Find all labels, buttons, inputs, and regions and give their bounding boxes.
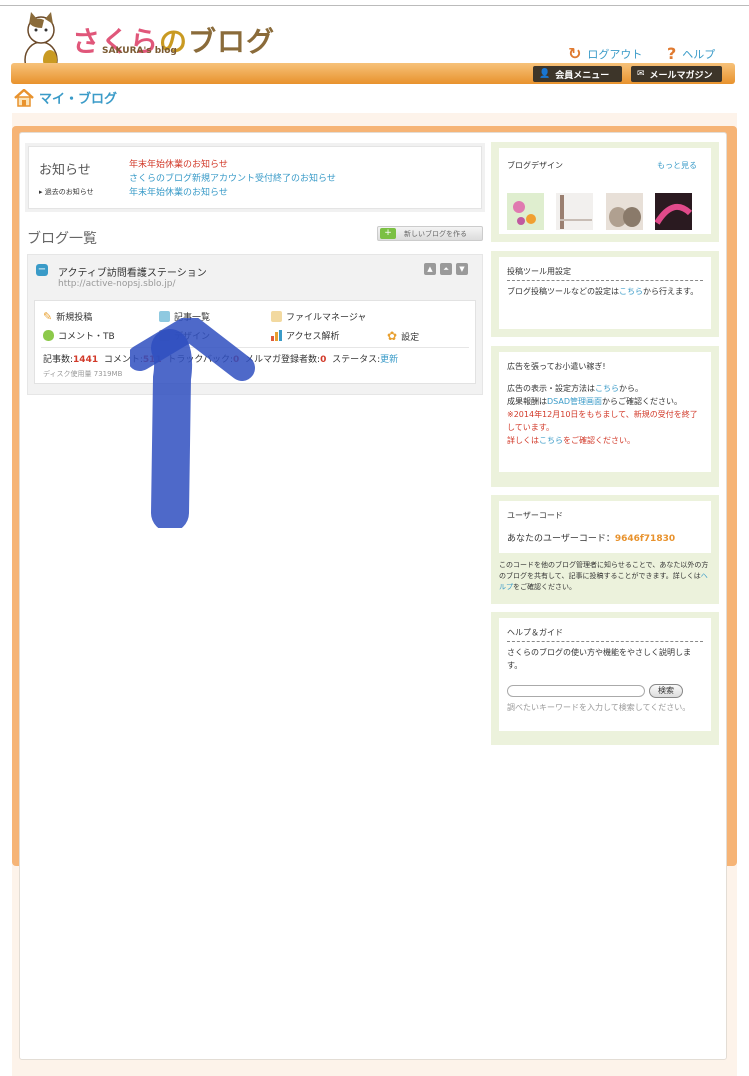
status-update-link[interactable]: 更新: [380, 355, 398, 365]
blog-design-box: ブログデザイン もっと見る: [491, 142, 719, 242]
past-news-link[interactable]: ▸ 過去のお知らせ: [39, 187, 94, 197]
move-down-icon[interactable]: ▼: [456, 263, 468, 275]
blog-design-title: ブログデザイン: [507, 161, 563, 170]
help-label: ヘルプ: [682, 47, 716, 61]
home-icon: [14, 88, 34, 107]
breadcrumb[interactable]: マイ・ブログ: [13, 88, 117, 107]
site-logo-subtitle: SAKURA's blog: [102, 46, 177, 56]
user-code-value: 9646f71830: [614, 534, 676, 544]
help-search-hint: 調べたいキーワードを入力して検索してください。: [507, 703, 691, 712]
blog-url[interactable]: http://active-nopsj.sblo.jp/: [58, 279, 176, 289]
tool-settings-text: ブログ投稿ツールなどの設定はこちらから行えます。: [507, 287, 699, 296]
design-thumbnail[interactable]: [507, 193, 544, 230]
design-thumbnail[interactable]: [654, 193, 693, 230]
page-title: マイ・ブログ: [39, 92, 118, 107]
user-code-line: あなたのユーザーコード：9646f71830: [507, 534, 676, 544]
person-icon: 👤: [539, 69, 551, 79]
past-news-label: 過去のお知らせ: [44, 188, 94, 196]
speech-bubble-icon: [43, 330, 54, 341]
new-post-link[interactable]: ✎ 新規投稿: [43, 310, 92, 323]
file-manager-link[interactable]: ファイルマネージャ: [271, 310, 366, 323]
move-top-icon[interactable]: ⏶: [440, 263, 452, 275]
cats-photo-icon: [609, 207, 641, 227]
user-code-title: ユーザーコード: [507, 511, 563, 520]
ads-howto-link[interactable]: こちら: [595, 384, 619, 393]
header-orange-bar: [11, 63, 735, 84]
top-divider: [0, 5, 749, 6]
ads-text: 広告の表示・設定方法はこちらから。 成果報酬はDSAD管理画面からご確認ください…: [507, 384, 698, 445]
move-up-icon[interactable]: ▲: [424, 263, 436, 275]
help-guide-box: ヘルプ＆ガイド さくらのブログの使い方や機能をやさしく説明します。 検索 調べた…: [491, 612, 719, 745]
member-menu-button[interactable]: 👤 会員メニュー: [533, 66, 622, 82]
member-menu-label: 会員メニュー: [555, 70, 610, 81]
settings-link[interactable]: ✿ 設定: [387, 329, 419, 343]
new-blog-button[interactable]: + 新しいブログを作る: [377, 226, 483, 241]
comment-tb-link[interactable]: コメント・TB: [43, 329, 115, 342]
gear-icon: ✿: [387, 329, 398, 343]
news-item[interactable]: 年末年始休業のお知らせ: [129, 185, 228, 198]
user-code-box: ユーザーコード あなたのユーザーコード：9646f71830 このコードを他のブ…: [491, 495, 719, 604]
news-panel: お知らせ ▸ 過去のお知らせ 年末年始休業のお知らせ さくらのブログ新規アカウン…: [28, 146, 482, 209]
help-guide-title: ヘルプ＆ガイド: [507, 628, 563, 637]
help-search-input[interactable]: [507, 685, 645, 697]
access-analysis-link[interactable]: アクセス解析: [271, 329, 340, 342]
question-icon: ?: [667, 44, 677, 63]
mail-icon: ✉: [637, 69, 645, 79]
news-title: お知らせ: [39, 163, 91, 178]
logout-link[interactable]: ↻ ログアウト: [568, 44, 642, 63]
pink-pattern-icon: [654, 203, 693, 225]
news-item[interactable]: さくらのブログ新規アカウント受付終了のお知らせ: [129, 171, 336, 184]
hand-drawn-arrow-icon: [130, 318, 255, 528]
mail-magazine-button[interactable]: ✉ メールマガジン: [631, 66, 722, 82]
ads-detail-link[interactable]: こちら: [539, 436, 563, 445]
new-blog-label: 新しいブログを作る: [404, 229, 467, 238]
collapse-icon[interactable]: −: [36, 264, 48, 276]
blog-name[interactable]: アクティブ訪問看護ステーション: [58, 264, 207, 279]
stripe-icon: [560, 219, 592, 221]
settings-label: 設定: [401, 332, 420, 343]
pencil-icon: ✎: [43, 310, 53, 323]
tool-settings-title: 投稿ツール用設定: [507, 267, 571, 276]
tool-settings-box: 投稿ツール用設定 ブログ投稿ツールなどの設定はこちらから行えます。: [491, 251, 719, 337]
add-icon: +: [380, 228, 396, 239]
file-manager-label: ファイルマネージャ: [286, 313, 367, 323]
logout-label: ログアウト: [587, 47, 643, 61]
help-link[interactable]: ? ヘルプ: [667, 44, 715, 63]
user-code-description: このコードを他のブログ管理者に知らせることで、あなた以外の方のブログを共有して、…: [499, 561, 709, 591]
access-analysis-label: アクセス解析: [286, 332, 340, 342]
disk-usage: ディスク使用量 7319MB: [43, 370, 123, 378]
more-designs-link[interactable]: もっと見る: [657, 160, 697, 171]
stripe-icon: [560, 195, 564, 229]
ads-title: 広告を張ってお小遣い稼ぎ!: [507, 362, 606, 371]
ads-box: 広告を張ってお小遣い稼ぎ! 広告の表示・設定方法はこちらから。 成果報酬はDSA…: [491, 346, 719, 487]
mail-magazine-label: メールマガジン: [649, 70, 713, 81]
blog-list-heading: ブログ一覧: [27, 231, 97, 247]
clipboard-icon: [271, 311, 282, 322]
logout-icon: ↻: [568, 44, 582, 63]
bar-chart-icon: [271, 330, 282, 341]
news-item[interactable]: 年末年始休業のお知らせ: [129, 157, 228, 170]
help-search-button[interactable]: 検索: [649, 684, 683, 698]
tool-settings-link[interactable]: こちら: [619, 287, 643, 296]
divider: [507, 641, 703, 642]
new-post-label: 新規投稿: [56, 313, 93, 323]
comment-tb-label: コメント・TB: [58, 332, 115, 342]
design-thumbnail[interactable]: [606, 193, 643, 230]
design-thumbnail[interactable]: [556, 193, 593, 230]
dsad-admin-link[interactable]: DSAD管理画面: [547, 397, 602, 406]
flower-icon: [513, 201, 536, 225]
divider: [507, 280, 703, 281]
help-guide-text: さくらのブログの使い方や機能をやさしく説明します。: [507, 648, 691, 670]
